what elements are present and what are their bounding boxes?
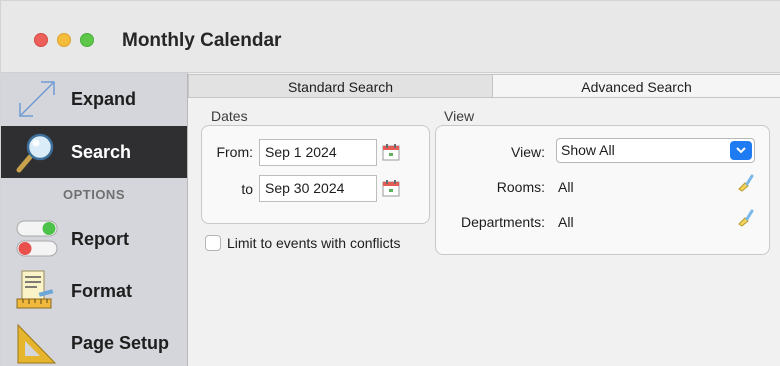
view-select-button[interactable] — [730, 141, 752, 160]
sidebar-item-label: Report — [71, 229, 129, 249]
brush-icon[interactable] — [736, 209, 754, 227]
sidebar-item-expand[interactable]: Expand — [1, 73, 187, 125]
dates-group-title: Dates — [211, 108, 248, 124]
tab-advanced-search[interactable]: Advanced Search — [493, 74, 780, 98]
sidebar: Expand Search OPTIONS Report Format Page… — [1, 73, 188, 366]
view-select[interactable]: Show All — [556, 138, 755, 163]
zoom-window-button[interactable] — [80, 33, 94, 47]
window: Monthly Calendar Expand Search OPTIONS R… — [0, 0, 780, 366]
rooms-label: Rooms: — [496, 179, 545, 195]
toggle-switches-icon — [16, 220, 58, 257]
rooms-value: All — [558, 179, 574, 195]
from-date-field[interactable]: Sep 1 2024 — [259, 139, 377, 166]
tab-standard-search[interactable]: Standard Search — [188, 74, 493, 98]
sidebar-item-label: Search — [71, 142, 132, 162]
close-window-button[interactable] — [34, 33, 48, 47]
minimize-window-button[interactable] — [57, 33, 71, 47]
search-tabs: Standard Search Advanced Search — [188, 73, 780, 99]
ruler-pencil-icon — [16, 270, 54, 309]
view-box: View: Show All Rooms: All Departments: A… — [435, 125, 770, 255]
departments-label: Departments: — [460, 214, 545, 230]
calendar-icon[interactable] — [382, 179, 400, 197]
sidebar-item-label: Expand — [71, 89, 137, 109]
to-date-field[interactable]: Sep 30 2024 — [259, 175, 377, 202]
departments-value: All — [558, 214, 574, 230]
sidebar-item-format[interactable]: Format — [1, 265, 187, 317]
set-square-icon — [17, 323, 57, 364]
view-select-value: Show All — [561, 142, 615, 158]
sidebar-item-label: Page Setup — [71, 333, 170, 353]
view-group-title: View — [444, 108, 475, 124]
limit-conflicts-checkbox[interactable] — [205, 235, 221, 251]
view-label: View: — [511, 144, 545, 160]
window-title: Monthly Calendar — [122, 30, 282, 51]
sidebar-item-page-setup[interactable]: Page Setup — [1, 317, 187, 366]
from-label: From: — [216, 144, 253, 160]
sidebar-item-report[interactable]: Report — [1, 213, 187, 265]
sidebar-item-search[interactable]: Search — [1, 126, 187, 178]
expand-icon — [19, 81, 55, 117]
limit-conflicts-label[interactable]: Limit to events with conflicts — [227, 235, 401, 251]
magnifier-icon — [16, 133, 54, 173]
sidebar-item-label: Format — [71, 281, 133, 301]
brush-icon[interactable] — [736, 174, 754, 192]
to-label: to — [241, 181, 253, 197]
options-header: OPTIONS — [62, 187, 125, 202]
title-bar: Monthly Calendar — [1, 1, 780, 73]
chevron-down-icon — [736, 147, 746, 154]
dates-box: From: Sep 1 2024 to Sep 30 2024 — [201, 125, 430, 224]
calendar-icon[interactable] — [382, 143, 400, 161]
